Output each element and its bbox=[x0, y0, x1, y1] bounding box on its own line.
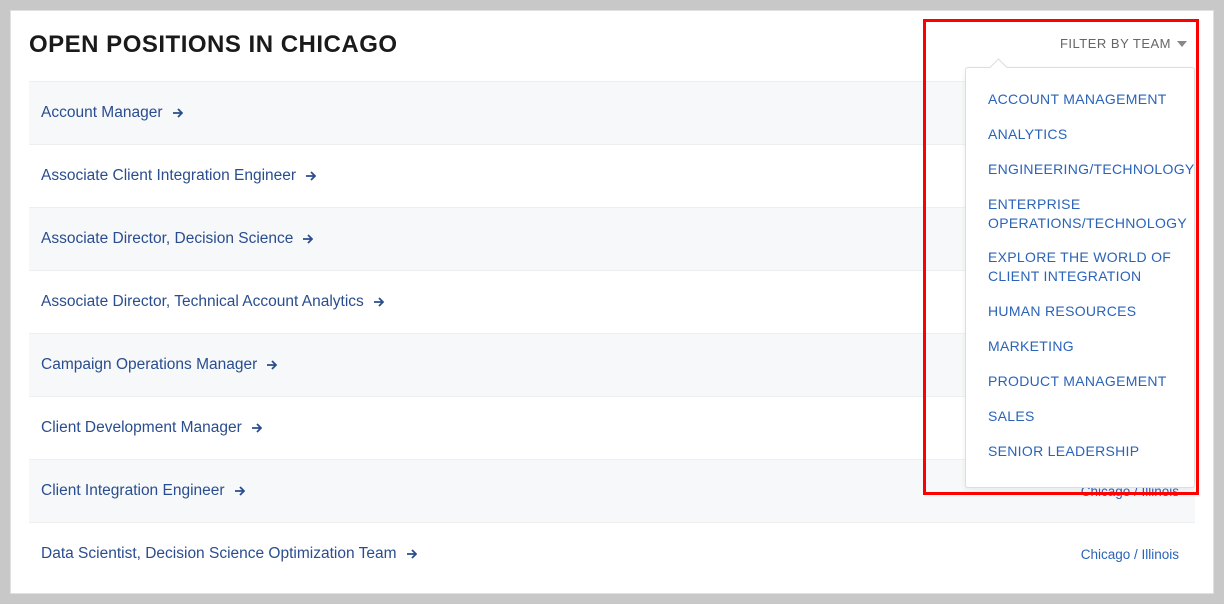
arrow-right-icon bbox=[267, 360, 277, 370]
position-location: Chicago / Illinois bbox=[1081, 547, 1179, 562]
filter-option-account-management[interactable]: ACCOUNT MANAGEMENT bbox=[966, 82, 1194, 117]
position-title-text: Data Scientist, Decision Science Optimiz… bbox=[41, 545, 397, 563]
position-link-account-manager[interactable]: Account Manager bbox=[41, 104, 183, 122]
position-link-campaign-operations-manager[interactable]: Campaign Operations Manager bbox=[41, 356, 277, 374]
filter-option-human-resources[interactable]: HUMAN RESOURCES bbox=[966, 294, 1194, 329]
header-row: OPEN POSITIONS IN CHICAGO FILTER BY TEAM… bbox=[29, 31, 1195, 77]
filter-option-marketing[interactable]: MARKETING bbox=[966, 329, 1194, 364]
position-link-client-integration-engineer[interactable]: Client Integration Engineer bbox=[41, 482, 245, 500]
position-title-text: Client Development Manager bbox=[41, 419, 242, 437]
filter-option-explore-client-integration[interactable]: EXPLORE THE WORLD OF CLIENT INTEGRATION bbox=[966, 240, 1194, 294]
position-title-text: Account Manager bbox=[41, 104, 163, 122]
filter-option-sales[interactable]: SALES bbox=[966, 399, 1194, 434]
page-container: OPEN POSITIONS IN CHICAGO FILTER BY TEAM… bbox=[10, 10, 1214, 594]
arrow-right-icon bbox=[252, 423, 262, 433]
filter-dropdown: ACCOUNT MANAGEMENT ANALYTICS ENGINEERING… bbox=[965, 67, 1195, 488]
filter-option-product-management[interactable]: PRODUCT MANAGEMENT bbox=[966, 364, 1194, 399]
position-title-text: Associate Client Integration Engineer bbox=[41, 167, 296, 185]
position-title-text: Associate Director, Technical Account An… bbox=[41, 293, 364, 311]
position-link-data-scientist-decision-science-optimization[interactable]: Data Scientist, Decision Science Optimiz… bbox=[41, 545, 417, 563]
arrow-right-icon bbox=[306, 171, 316, 181]
filter-by-team-trigger[interactable]: FILTER BY TEAM bbox=[1060, 36, 1187, 51]
filter-option-enterprise-operations-technology[interactable]: ENTERPRISE OPERATIONS/TECHNOLOGY bbox=[966, 187, 1194, 241]
position-link-client-development-manager[interactable]: Client Development Manager bbox=[41, 419, 262, 437]
position-link-associate-director-technical-account-analytics[interactable]: Associate Director, Technical Account An… bbox=[41, 293, 384, 311]
position-link-associate-director-decision-science[interactable]: Associate Director, Decision Science bbox=[41, 230, 313, 248]
filter-option-engineering-technology[interactable]: ENGINEERING/TECHNOLOGY bbox=[966, 152, 1194, 187]
position-title-text: Client Integration Engineer bbox=[41, 482, 225, 500]
filter-wrapper: FILTER BY TEAM ACCOUNT MANAGEMENT ANALYT… bbox=[1060, 35, 1187, 53]
arrow-right-icon bbox=[407, 549, 417, 559]
filter-option-senior-leadership[interactable]: SENIOR LEADERSHIP bbox=[966, 434, 1194, 469]
arrow-right-icon bbox=[235, 486, 245, 496]
arrow-right-icon bbox=[374, 297, 384, 307]
arrow-right-icon bbox=[173, 108, 183, 118]
position-row: Data Scientist, Decision Science Optimiz… bbox=[29, 522, 1195, 585]
filter-option-analytics[interactable]: ANALYTICS bbox=[966, 117, 1194, 152]
position-title-text: Associate Director, Decision Science bbox=[41, 230, 293, 248]
caret-down-icon bbox=[1177, 41, 1187, 47]
arrow-right-icon bbox=[303, 234, 313, 244]
page-title: OPEN POSITIONS IN CHICAGO bbox=[29, 31, 398, 59]
position-link-associate-client-integration-engineer[interactable]: Associate Client Integration Engineer bbox=[41, 167, 316, 185]
position-title-text: Campaign Operations Manager bbox=[41, 356, 257, 374]
filter-label: FILTER BY TEAM bbox=[1060, 36, 1171, 51]
